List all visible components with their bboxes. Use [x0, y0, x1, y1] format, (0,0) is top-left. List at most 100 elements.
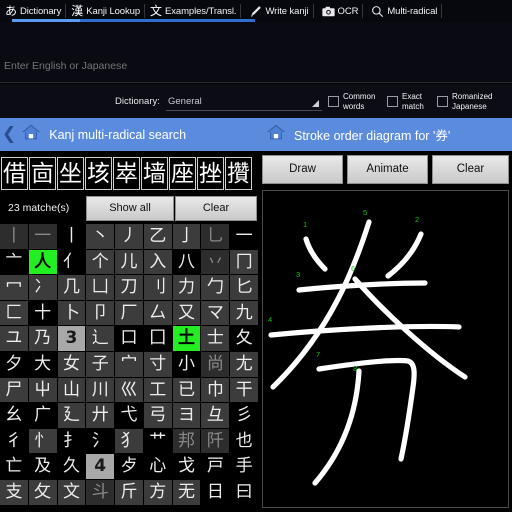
- radical-cell[interactable]: 手: [230, 454, 258, 479]
- radical-cell[interactable]: 大: [28, 351, 57, 377]
- checkbox-romanized-box[interactable]: [437, 96, 448, 107]
- result-kanji[interactable]: 㐭: [29, 157, 56, 190]
- radical-cell[interactable]: 乃: [28, 326, 57, 351]
- radical-cell[interactable]: 川: [86, 377, 115, 403]
- radical-cell[interactable]: 丿: [115, 224, 143, 249]
- animate-button[interactable]: Animate: [347, 155, 428, 184]
- radical-cell[interactable]: 寸: [143, 351, 172, 377]
- radical-cell[interactable]: 土: [172, 326, 201, 351]
- home-icon[interactable]: [266, 123, 286, 146]
- checkbox-romanized-japanese[interactable]: Romanized Japanese: [437, 92, 492, 111]
- radical-cell[interactable]: 艹: [143, 428, 172, 454]
- radical-cell[interactable]: 冫: [28, 275, 57, 300]
- radical-cell[interactable]: 山: [57, 377, 86, 403]
- radical-cell[interactable]: 斤: [115, 479, 143, 505]
- radical-cell[interactable]: 心: [143, 454, 172, 479]
- radical-cell[interactable]: 幺: [0, 403, 28, 428]
- radical-cell[interactable]: 尢: [230, 351, 258, 377]
- radical-cell[interactable]: 攵: [28, 479, 57, 505]
- radical-cell[interactable]: 一: [28, 224, 57, 249]
- radical-cell[interactable]: 口: [115, 326, 143, 351]
- radical-cell[interactable]: 戸: [201, 454, 230, 479]
- checkbox-exact-match-box[interactable]: [387, 96, 398, 107]
- radical-cell[interactable]: 丷: [201, 249, 230, 275]
- radical-cell[interactable]: 忄: [28, 428, 57, 454]
- radical-cell[interactable]: 已: [172, 377, 201, 403]
- radical-cell[interactable]: 扌: [57, 428, 86, 454]
- radical-cell[interactable]: 广: [28, 403, 57, 428]
- checkbox-common-words[interactable]: Common words: [328, 92, 375, 111]
- result-kanji[interactable]: 挫: [197, 157, 224, 190]
- radical-cell[interactable]: 久: [57, 454, 86, 479]
- radical-cell[interactable]: 也: [230, 428, 258, 454]
- back-chevron-icon[interactable]: ❮: [2, 126, 16, 143]
- radical-cell[interactable]: 九: [230, 300, 258, 326]
- radical-cell[interactable]: 刂: [143, 275, 172, 300]
- radical-cell[interactable]: 冖: [0, 275, 28, 300]
- radical-cell[interactable]: 干: [230, 377, 258, 403]
- radical-cell[interactable]: 人: [28, 249, 57, 275]
- radical-cell[interactable]: 丨: [0, 224, 28, 249]
- radical-cell[interactable]: 八: [172, 249, 201, 275]
- radical-cell[interactable]: 亠: [0, 249, 28, 275]
- radical-cell[interactable]: 一: [230, 224, 258, 249]
- radical-cell[interactable]: 无: [172, 479, 201, 505]
- radical-cell[interactable]: 乙: [143, 224, 172, 249]
- stroke-order-canvas[interactable]: 1 2 3 4 5 6 7 8: [262, 190, 509, 508]
- radical-cell[interactable]: 屮: [28, 377, 57, 403]
- radical-cell[interactable]: 匕: [230, 275, 258, 300]
- dropdown-caret-icon[interactable]: [312, 100, 319, 107]
- radical-cell[interactable]: 小: [172, 351, 201, 377]
- checkbox-exact-match[interactable]: Exact match: [387, 92, 424, 111]
- radical-cell[interactable]: 乚: [201, 224, 230, 249]
- result-kanji[interactable]: 坐: [57, 157, 84, 190]
- radical-cell[interactable]: 阡: [201, 428, 230, 454]
- radical-cell[interactable]: 夂: [230, 326, 258, 351]
- show-all-button[interactable]: Show all: [86, 196, 174, 221]
- radical-cell[interactable]: 厂: [115, 300, 143, 326]
- radical-cell[interactable]: 尚: [201, 351, 230, 377]
- draw-button[interactable]: Draw: [262, 155, 343, 184]
- radical-cell[interactable]: 歺: [115, 454, 143, 479]
- radical-cell[interactable]: 卩: [86, 300, 115, 326]
- radical-cell[interactable]: 弋: [115, 403, 143, 428]
- result-kanji[interactable]: 座: [169, 157, 196, 190]
- radical-cell[interactable]: ヨ: [172, 403, 201, 428]
- radical-cell[interactable]: 戈: [172, 454, 201, 479]
- home-icon[interactable]: [21, 123, 41, 146]
- radical-cell[interactable]: 宀: [115, 351, 143, 377]
- radical-cell[interactable]: 日: [201, 479, 230, 505]
- radical-cell[interactable]: 辶: [86, 326, 115, 351]
- radical-cell[interactable]: 尸: [0, 377, 28, 403]
- radical-cell[interactable]: 丶: [86, 224, 115, 249]
- radical-cell[interactable]: 彑: [201, 403, 230, 428]
- radical-cell[interactable]: 亻: [57, 249, 86, 275]
- radical-cell[interactable]: 士: [201, 326, 230, 351]
- radical-cell[interactable]: 儿: [115, 249, 143, 275]
- radical-cell[interactable]: 邦: [172, 428, 201, 454]
- radical-cell[interactable]: 刀: [115, 275, 143, 300]
- clear-radicals-button[interactable]: Clear: [175, 196, 257, 221]
- radical-cell[interactable]: マ: [201, 300, 230, 326]
- radical-cell[interactable]: 几: [57, 275, 86, 300]
- radical-cell[interactable]: 氵: [86, 428, 115, 454]
- radical-cell[interactable]: 方: [143, 479, 172, 505]
- result-kanji[interactable]: 攢: [225, 157, 252, 190]
- radical-cell[interactable]: 子: [86, 351, 115, 377]
- radical-cell[interactable]: 勹: [201, 275, 230, 300]
- radical-cell[interactable]: 囗: [143, 326, 172, 351]
- radical-cell[interactable]: 廾: [86, 403, 115, 428]
- result-kanji[interactable]: 借: [1, 157, 28, 190]
- radical-cell[interactable]: 女: [57, 351, 86, 377]
- tab-multi-radical[interactable]: Multi-radical: [363, 0, 443, 22]
- radical-cell[interactable]: 冂: [230, 249, 258, 275]
- radical-cell[interactable]: 凵: [86, 275, 115, 300]
- radical-cell[interactable]: 廴: [57, 403, 86, 428]
- clear-canvas-button[interactable]: Clear: [432, 155, 509, 184]
- radical-cell[interactable]: 卜: [57, 300, 86, 326]
- radical-cell[interactable]: 彳: [0, 428, 28, 454]
- dictionary-select-value[interactable]: General: [168, 96, 202, 107]
- result-kanji[interactable]: 崒: [113, 157, 140, 190]
- radical-cell[interactable]: 彡: [230, 403, 258, 428]
- radical-cell[interactable]: 斗: [86, 479, 115, 505]
